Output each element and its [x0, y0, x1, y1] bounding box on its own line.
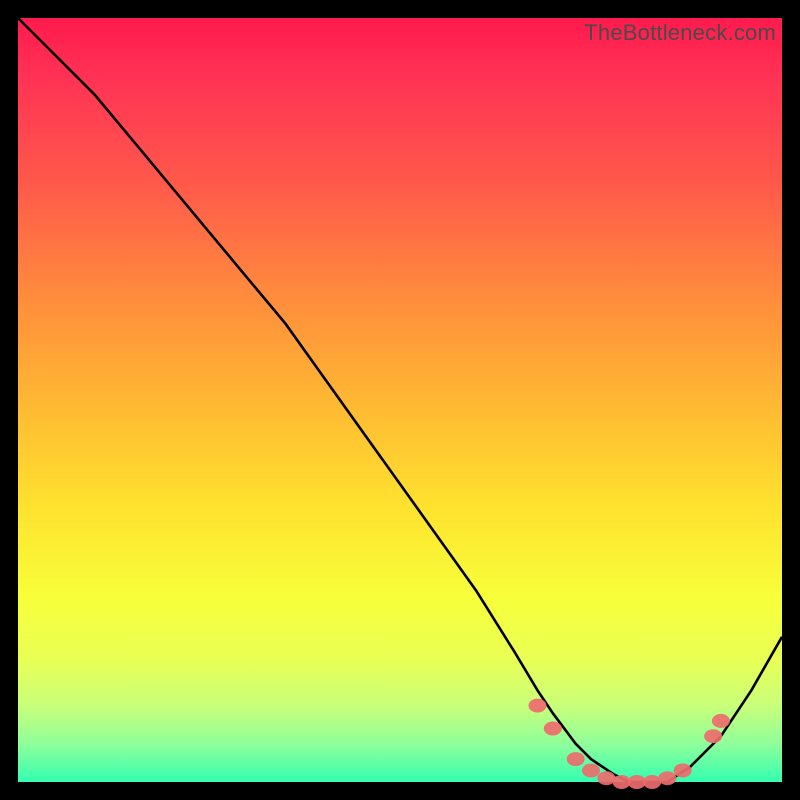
curve-marker	[674, 764, 692, 778]
curve-marker	[658, 771, 676, 785]
curve-marker	[704, 729, 722, 743]
curve-markers	[529, 699, 730, 789]
curve-marker	[597, 771, 615, 785]
curve-marker	[567, 752, 585, 766]
curve-marker	[643, 775, 661, 789]
curve-marker	[712, 714, 730, 728]
curve-marker	[529, 699, 547, 713]
bottleneck-curve	[18, 18, 782, 782]
chart-overlay	[18, 18, 782, 782]
curve-marker	[544, 722, 562, 736]
chart-frame: TheBottleneck.com	[18, 18, 782, 782]
curve-marker	[582, 764, 600, 778]
watermark-text: TheBottleneck.com	[584, 20, 776, 46]
